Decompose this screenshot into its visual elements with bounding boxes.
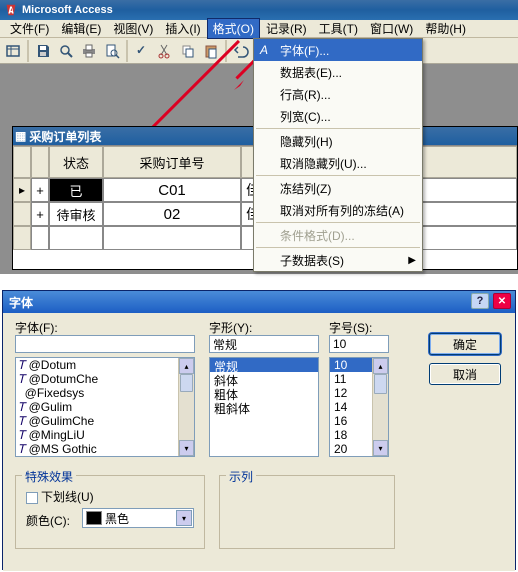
sample-group: 示列	[219, 475, 395, 549]
menu-records[interactable]: 记录(R)	[260, 18, 313, 39]
datasheet-title: 采购订单列表	[29, 128, 101, 145]
sample-legend: 示列	[226, 468, 256, 485]
print-btn[interactable]	[78, 40, 100, 62]
size-listbox[interactable]: 10 11 12 14 16 18 20 ▴ ▾	[329, 357, 389, 457]
submenu-arrow-icon: ▶	[408, 255, 416, 266]
color-label: 颜色(C):	[26, 512, 70, 529]
style-label: 字形(Y):	[209, 319, 252, 336]
menu-edit[interactable]: 编辑(E)	[55, 18, 107, 39]
font-label: 字体(F):	[15, 319, 58, 336]
save-btn[interactable]	[32, 40, 54, 62]
effects-group: 特殊效果 下划线(U) 颜色(C): 黑色 ▾	[15, 475, 205, 549]
col-orderno[interactable]: 采购订单号	[103, 146, 241, 178]
chevron-down-icon: ▾	[176, 510, 192, 526]
cell-orderno[interactable]: 02	[103, 202, 241, 226]
spell-btn[interactable]: ✓	[131, 40, 153, 62]
menu-insert[interactable]: 插入(I)	[159, 18, 206, 39]
menu-colwidth[interactable]: 列宽(C)...	[254, 105, 422, 127]
row-selector[interactable]	[13, 226, 31, 250]
checkbox-icon	[26, 492, 38, 504]
font-icon: A	[258, 42, 274, 58]
cell-status[interactable]: 已	[49, 178, 103, 202]
menu-datasheet[interactable]: 数据表(E)...	[254, 61, 422, 83]
font-listbox[interactable]: Ꭲ @Dotum Ꭲ @DotumChe @Fixedsys Ꭲ @Gulim …	[15, 357, 195, 457]
cell-status[interactable]: 待审核	[49, 202, 103, 226]
effects-legend: 特殊效果	[22, 468, 76, 485]
cancel-button[interactable]: 取消	[429, 363, 501, 385]
dialog-title: 字体	[9, 294, 33, 311]
font-dialog: 字体 ? ✕ 字体(F): 字形(Y): 字号(S): Ꭲ @Dotum Ꭲ @…	[2, 290, 516, 570]
expander[interactable]: +	[31, 202, 49, 226]
menu-unfreeze[interactable]: 取消对所有列的冻结(A)	[254, 199, 422, 221]
size-label: 字号(S):	[329, 319, 372, 336]
row-selector[interactable]	[13, 202, 31, 226]
menu-help[interactable]: 帮助(H)	[419, 18, 472, 39]
close-button[interactable]: ✕	[493, 293, 511, 309]
font-scrollbar[interactable]: ▴ ▾	[178, 358, 194, 456]
underline-check[interactable]: 下划线(U)	[26, 488, 94, 505]
copy-btn[interactable]	[177, 40, 199, 62]
titlebar: Microsoft Access	[0, 0, 518, 20]
style-listbox[interactable]: 常规 斜体 粗体 粗斜体	[209, 357, 319, 457]
menu-format[interactable]: 格式(O)	[207, 18, 260, 39]
app-icon	[4, 3, 18, 17]
svg-text:✓: ✓	[136, 43, 146, 57]
menu-view[interactable]: 视图(V)	[107, 18, 159, 39]
menubar: 文件(F) 编辑(E) 视图(V) 插入(I) 格式(O) 记录(R) 工具(T…	[0, 20, 518, 38]
size-scrollbar[interactable]: ▴ ▾	[372, 358, 388, 456]
col-status[interactable]: 状态	[49, 146, 103, 178]
menu-window[interactable]: 窗口(W)	[364, 18, 419, 39]
color-combo[interactable]: 黑色 ▾	[82, 508, 194, 528]
font-input[interactable]	[15, 335, 195, 353]
style-input[interactable]	[209, 335, 319, 353]
cut-btn[interactable]	[154, 40, 176, 62]
menu-tools[interactable]: 工具(T)	[313, 18, 364, 39]
preview-btn[interactable]	[101, 40, 123, 62]
dialog-titlebar: 字体 ? ✕	[3, 291, 515, 313]
view-btn[interactable]	[2, 40, 24, 62]
row-selector[interactable]: ▸	[13, 178, 31, 202]
menu-rowheight[interactable]: 行高(R)...	[254, 83, 422, 105]
app-title: Microsoft Access	[22, 4, 113, 16]
format-dropdown: A 字体(F)... 数据表(E)... 行高(R)... 列宽(C)... 隐…	[253, 38, 423, 272]
menu-file[interactable]: 文件(F)	[4, 18, 55, 39]
menu-freeze[interactable]: 冻结列(Z)	[254, 177, 422, 199]
search-btn[interactable]	[55, 40, 77, 62]
svg-text:A: A	[259, 43, 268, 57]
table-icon: ▦	[15, 129, 26, 143]
cell-orderno[interactable]: C01	[103, 178, 241, 202]
menu-condformat: 条件格式(D)...	[254, 224, 422, 246]
menu-subsheet[interactable]: 子数据表(S)▶	[254, 249, 422, 271]
menu-hidecols[interactable]: 隐藏列(H)	[254, 130, 422, 152]
size-input[interactable]	[329, 335, 389, 353]
color-swatch	[86, 511, 102, 525]
menu-unhidecols[interactable]: 取消隐藏列(U)...	[254, 152, 422, 174]
help-button[interactable]: ?	[471, 293, 489, 309]
expander[interactable]: +	[31, 178, 49, 202]
menu-font[interactable]: A 字体(F)...	[254, 39, 422, 61]
ok-button[interactable]: 确定	[429, 333, 501, 355]
